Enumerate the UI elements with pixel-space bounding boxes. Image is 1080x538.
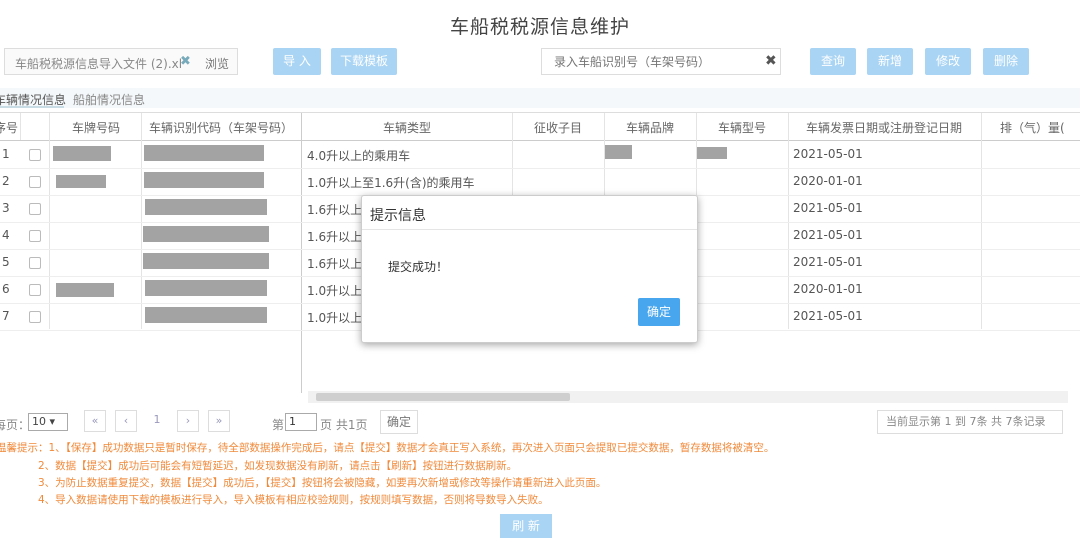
row-number: 2 [2, 174, 10, 188]
vehicle-type-cell: 1.6升以上 [307, 230, 363, 244]
last-page-button[interactable]: » [208, 410, 230, 432]
row-checkbox[interactable] [29, 149, 41, 161]
notice-line-1: 温馨提示：1、【保存】成功数据只是暂时保存，待全部数据操作完成后，请点【提交】数… [0, 442, 775, 454]
row-checkbox[interactable] [29, 284, 41, 296]
row-checkbox[interactable] [29, 230, 41, 242]
vin-search-field[interactable]: ✖ [541, 48, 781, 75]
redacted-vin [144, 145, 264, 161]
vehicle-type-cell: 4.0升以上的乘用车 [307, 149, 411, 163]
per-page-select[interactable]: 10 ▾ [28, 413, 68, 431]
row-number: 6 [2, 282, 10, 296]
current-page-number[interactable]: 1 [146, 410, 168, 432]
col-header-date: 车辆发票日期或注册登记日期 [805, 121, 962, 135]
redacted-model [697, 147, 727, 159]
notice-line-2: 2、数据【提交】成功后可能会有短暂延迟，如发现数据没有刷新，请点击【刷新】按钮进… [38, 460, 518, 472]
date-cell: 2021-05-01 [793, 255, 863, 269]
download-template-button[interactable]: 下载模板 [331, 48, 397, 75]
per-page-value: 10 [32, 415, 46, 428]
redacted-vin [143, 226, 269, 242]
delete-button[interactable]: 删除 [983, 48, 1029, 75]
row-checkbox[interactable] [29, 203, 41, 215]
redacted-brand [605, 145, 632, 159]
refresh-button[interactable]: 刷 新 [500, 514, 552, 538]
row-checkbox[interactable] [29, 311, 41, 323]
clear-search-icon[interactable]: ✖ [765, 53, 777, 69]
query-button[interactable]: 查询 [810, 48, 856, 75]
tab-vessel-info[interactable]: 船舶情况信息 [73, 91, 145, 108]
date-cell: 2021-05-01 [793, 201, 863, 215]
row-number: 5 [2, 255, 10, 269]
tab-bar: 车辆情况信息 船舶情况信息 [0, 88, 1080, 108]
import-button[interactable]: 导 入 [273, 48, 321, 75]
redacted-vin [145, 307, 267, 323]
row-number: 3 [2, 201, 10, 215]
date-cell: 2021-05-01 [793, 309, 863, 323]
record-status: 当前显示第 1 到 7条 共 7条记录 [877, 410, 1063, 434]
page-number-input[interactable]: 1 [285, 413, 317, 431]
next-page-button[interactable]: › [177, 410, 199, 432]
date-cell: 2020-01-01 [793, 174, 863, 188]
row-number: 1 [2, 147, 10, 161]
vehicle-type-cell: 1.6升以上 [307, 257, 363, 271]
table-row[interactable]: 2 1.0升以上至1.6升(含)的乘用车 2020-01-01 [0, 168, 1080, 196]
col-header-vin: 车辆识别代码（车架号码） [148, 121, 293, 135]
file-name-text: 车船税税源信息导入文件 (2).xl [15, 57, 183, 71]
dialog-title: 提示信息 [370, 208, 426, 224]
scrollbar-thumb[interactable] [316, 393, 570, 401]
add-button[interactable]: 新增 [867, 48, 913, 75]
redacted-vin [145, 199, 267, 215]
row-number: 4 [2, 228, 10, 242]
redacted-vin [144, 172, 264, 188]
vehicle-type-cell: 1.6升以上 [307, 203, 363, 217]
page-total-text: 页 共1页 [320, 418, 368, 432]
dialog-header: 提示信息 [362, 196, 697, 230]
per-page-label: 每页： [0, 418, 31, 432]
row-checkbox[interactable] [29, 176, 41, 188]
table-row[interactable]: 1 4.0升以上的乘用车 2021-05-01 [0, 141, 1080, 169]
pagination-bar: 每页： 10 ▾ « ‹ 1 › » 第 1 页 共1页 确定 当前显示第 1 … [0, 410, 1080, 436]
col-header-model: 车辆型号 [717, 121, 766, 135]
clear-file-icon[interactable]: ✖ [180, 54, 191, 69]
go-page-button[interactable]: 确定 [380, 410, 418, 434]
horizontal-scrollbar[interactable] [308, 391, 1068, 403]
redacted-vin [143, 253, 269, 269]
redacted-vin [145, 280, 267, 296]
notice-line-3: 3、为防止数据重复提交，数据【提交】成功后，【提交】按钮将会被隐藏，如要再次新增… [38, 477, 607, 489]
row-number: 7 [2, 309, 10, 323]
vehicle-type-cell: 1.0升以上 [307, 284, 363, 298]
import-file-field[interactable]: 车船税税源信息导入文件 (2).xl ✖ 浏览 [4, 48, 238, 75]
browse-button[interactable]: 浏览 [205, 55, 229, 72]
dialog-ok-button[interactable]: 确定 [638, 298, 680, 326]
alert-dialog: 提示信息 提交成功！ 确定 [361, 195, 698, 343]
date-cell: 2021-05-01 [793, 228, 863, 242]
modify-button[interactable]: 修改 [925, 48, 971, 75]
vin-search-input[interactable] [552, 54, 756, 70]
column-divider [20, 113, 21, 140]
col-header-plate: 车牌号码 [71, 121, 120, 135]
redacted-plate [56, 283, 114, 297]
notice-line-4: 4、导入数据请使用下载的模板进行导入，导入模板有相应校验规则，按规则填写数据，否… [38, 494, 549, 506]
col-header-brand: 车辆品牌 [625, 121, 674, 135]
first-page-button[interactable]: « [84, 410, 106, 432]
page-prefix: 第 [272, 418, 285, 432]
redacted-plate [56, 175, 106, 188]
col-header-vehicle-type: 车辆类型 [382, 121, 431, 135]
col-header-tax-item: 征收子目 [533, 121, 582, 135]
active-tab-indicator [0, 106, 64, 108]
date-cell: 2020-01-01 [793, 282, 863, 296]
row-checkbox[interactable] [29, 257, 41, 269]
date-cell: 2021-05-01 [793, 147, 863, 161]
prev-page-button[interactable]: ‹ [115, 410, 137, 432]
col-header-no: 序号 [0, 121, 19, 135]
table-header: 序号 车牌号码 车辆识别代码（车架号码） 车辆类型 征收子目 车辆品牌 车辆型号… [0, 113, 1080, 141]
page-title: 车船税税源信息维护 [449, 16, 630, 38]
redacted-plate [53, 146, 111, 161]
vehicle-type-cell: 1.0升以上至1.6升(含)的乘用车 [307, 176, 475, 190]
dialog-message: 提交成功！ [388, 260, 449, 274]
col-header-displacement: 排（气）量( [1000, 121, 1065, 135]
vehicle-type-cell: 1.0升以上 [307, 311, 363, 325]
